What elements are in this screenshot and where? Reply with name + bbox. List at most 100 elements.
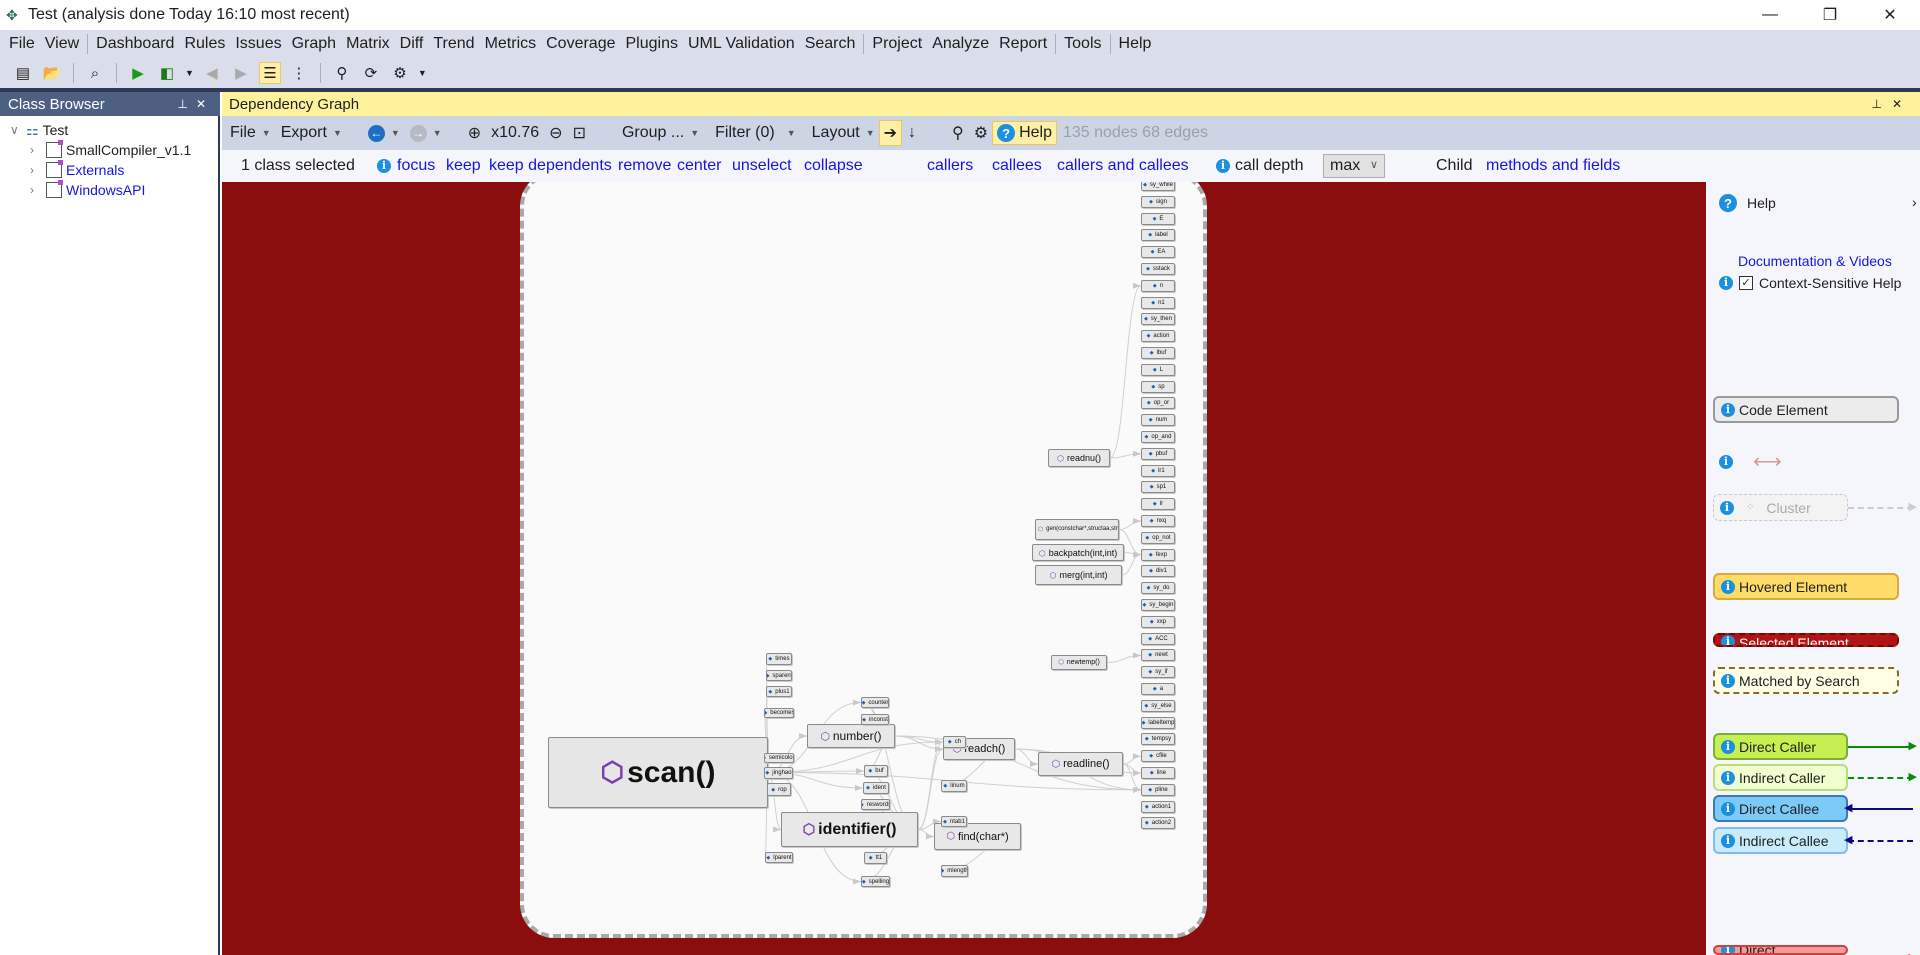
info-icon[interactable]: i: [1721, 770, 1735, 785]
class-browser-icon[interactable]: ☰: [258, 62, 281, 84]
menu-plugins[interactable]: Plugins: [621, 35, 683, 53]
menu-dashboard[interactable]: Dashboard: [91, 35, 179, 53]
menu-file[interactable]: File: [4, 35, 40, 53]
file-menu[interactable]: File ▼: [230, 124, 271, 142]
graph-node-field[interactable]: ◆ ident: [863, 782, 889, 794]
menu-trend[interactable]: Trend: [428, 35, 479, 53]
graph-node-field[interactable]: ◆ newt: [1141, 649, 1175, 662]
graph-node-method[interactable]: ⬡ scan(): [548, 737, 768, 808]
chevron-right-icon[interactable]: ›: [30, 183, 42, 197]
menu-report[interactable]: Report: [994, 35, 1052, 53]
context-help-toggle[interactable]: i ✓ Context-Sensitive Help: [1719, 275, 1901, 291]
graph-node-method[interactable]: ⬡ backpatch(int,int): [1032, 544, 1124, 561]
graph-node-field[interactable]: ◆ op_and: [1141, 431, 1175, 443]
graph-canvas[interactable]: ⬡ scan() ⬡ number() ⬡ identifier() ⬡ readch() ⬡ r…: [222, 182, 1706, 955]
zoom-out-icon[interactable]: ⊖: [549, 123, 562, 143]
focus-link[interactable]: focus: [397, 157, 435, 175]
graph-node-method[interactable]: ⬡gen(constchar*,structaa,structaa,int): [1035, 519, 1119, 540]
graph-node-field[interactable]: ◆ ACC: [1141, 632, 1175, 645]
close-icon[interactable]: ✕: [196, 97, 214, 111]
menu-project[interactable]: Project: [867, 35, 927, 53]
graph-node-method[interactable]: ⬡ readnu(): [1048, 449, 1110, 467]
graph-node-field[interactable]: ◆becomes: [764, 708, 794, 718]
graph-node-field[interactable]: ◆ lr: [1141, 498, 1175, 511]
collapse-link[interactable]: collapse: [804, 157, 863, 175]
dropdown-arrow-icon[interactable]: ▼: [185, 68, 194, 78]
close-icon[interactable]: ✕: [1892, 97, 1912, 111]
graph-node-field[interactable]: ◆ n: [1141, 279, 1175, 292]
menu-matrix[interactable]: Matrix: [341, 35, 395, 53]
unselect-link[interactable]: unselect: [732, 157, 792, 175]
menu-rules[interactable]: Rules: [179, 35, 230, 53]
info-icon[interactable]: i: [1719, 454, 1733, 469]
graph-node-field[interactable]: ◆ pbuf: [1141, 447, 1175, 460]
menu-tools[interactable]: Tools: [1059, 35, 1106, 53]
graph-node-field[interactable]: ◆ tt1: [864, 852, 887, 864]
export-menu[interactable]: Export ▼: [281, 124, 342, 142]
new-project-icon[interactable]: ▤: [12, 62, 34, 84]
graph-node-field[interactable]: ◆ a: [1141, 683, 1175, 695]
graph-node-field[interactable]: ◆ L: [1141, 363, 1175, 376]
graph-node-field[interactable]: ◆ counter: [861, 697, 889, 708]
menu-issues[interactable]: Issues: [230, 35, 286, 53]
info-icon[interactable]: i: [1721, 801, 1735, 816]
layout-left-right-icon[interactable]: ➔: [878, 120, 903, 146]
graph-node-field[interactable]: ◆ cfile: [1141, 750, 1175, 763]
graph-node-field[interactable]: ◆ lbuf: [1141, 347, 1175, 359]
layout-top-down-icon[interactable]: ↓: [908, 124, 916, 142]
chevron-right-icon[interactable]: ›: [30, 163, 42, 177]
graph-node-field[interactable]: ◆ plus1: [766, 686, 792, 697]
graph-node-field[interactable]: ◆ spelling: [861, 876, 890, 887]
info-icon[interactable]: i: [1721, 579, 1735, 594]
callees-link[interactable]: callees: [992, 157, 1042, 175]
menu-analyze[interactable]: Analyze: [927, 35, 994, 53]
graph-node-method[interactable]: ⬡ find(char*): [934, 823, 1021, 850]
graph-node-method[interactable]: ⬡ merg(int,int): [1035, 565, 1122, 585]
menu-help[interactable]: Help: [1114, 35, 1157, 53]
open-project-icon[interactable]: 📂: [41, 62, 63, 84]
info-icon[interactable]: i: [377, 159, 391, 173]
menu-diff[interactable]: Diff: [395, 35, 429, 53]
graph-node-field[interactable]: ◆ pline: [1141, 783, 1175, 796]
callers-link[interactable]: callers: [927, 157, 973, 175]
keep-link[interactable]: keep: [446, 157, 481, 175]
queries-icon[interactable]: ⋮: [288, 62, 310, 84]
pin-icon[interactable]: ⊥: [1871, 97, 1891, 111]
info-icon[interactable]: i: [1720, 500, 1734, 515]
call-depth-select[interactable]: max ∨: [1323, 154, 1385, 178]
tree-item-windowsapi[interactable]: › WindowsAPI: [30, 180, 145, 200]
back-icon[interactable]: ◀: [201, 62, 223, 84]
info-icon[interactable]: i: [1721, 635, 1735, 645]
graph-node-field[interactable]: ◆ sy_else: [1141, 699, 1175, 712]
remove-link[interactable]: remove: [618, 157, 671, 175]
graph-node-field[interactable]: ◆ nxq: [1141, 515, 1175, 527]
graph-node-field[interactable]: ◆ sy_then: [1141, 313, 1175, 326]
group-menu[interactable]: Group ... ▼: [622, 124, 699, 142]
collapse-panel-icon[interactable]: ›: [1912, 194, 1917, 210]
graph-node-field[interactable]: ◆ sp: [1141, 380, 1175, 393]
graph-node-field[interactable]: ◆ ch: [943, 736, 966, 748]
graph-node-field[interactable]: ◆ jinghao: [764, 767, 793, 779]
fit-to-window-icon[interactable]: ⊡: [573, 123, 586, 143]
graph-node-field[interactable]: ◆ op_not: [1141, 531, 1175, 544]
info-icon[interactable]: i: [1216, 159, 1230, 173]
search-icon[interactable]: ⚲: [952, 123, 964, 143]
documentation-link[interactable]: Documentation & Videos: [1738, 253, 1892, 269]
graph-node-field[interactable]: ◆ label: [1141, 229, 1175, 242]
restore-button[interactable]: ❐: [1800, 0, 1860, 30]
info-icon[interactable]: i: [1721, 739, 1735, 754]
info-icon[interactable]: i: [1721, 833, 1735, 848]
graph-node-field[interactable]: ◆ action: [1141, 330, 1175, 343]
info-icon[interactable]: i: [1721, 673, 1735, 688]
graph-node-field[interactable]: ◆ sy_do: [1141, 582, 1175, 595]
graph-node-field[interactable]: ◆ div1: [1141, 565, 1175, 578]
menu-coverage[interactable]: Coverage: [541, 35, 620, 53]
info-icon[interactable]: i: [1719, 276, 1733, 290]
graph-node-field[interactable]: ◆ times: [766, 653, 792, 665]
graph-node-field[interactable]: ◆ lr1: [1141, 464, 1175, 477]
graph-node-field[interactable]: ◆ action2: [1141, 817, 1175, 830]
callers-and-callees-link[interactable]: callers and callees: [1057, 157, 1189, 175]
forward-button[interactable]: → ▼: [409, 124, 442, 142]
graph-node-field[interactable]: ◆mlength: [941, 865, 968, 877]
graph-node-field[interactable]: ◆ linum: [941, 780, 967, 792]
